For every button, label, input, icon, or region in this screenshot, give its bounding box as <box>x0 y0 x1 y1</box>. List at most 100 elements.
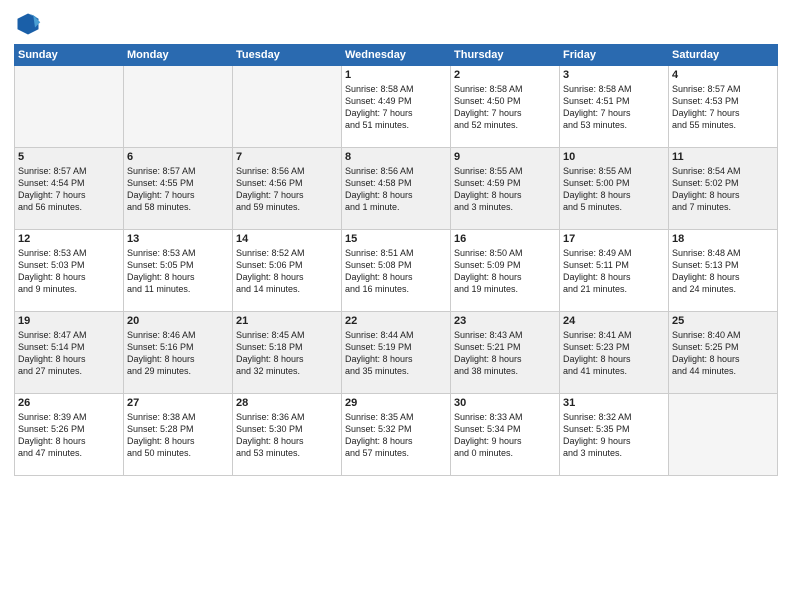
calendar-cell: 20 Sunrise: 8:46 AM Sunset: 5:16 PM Dayli… <box>124 312 233 394</box>
calendar-cell: 8 Sunrise: 8:56 AM Sunset: 4:58 PM Daylig… <box>342 148 451 230</box>
weekday-header: Thursday <box>451 45 560 66</box>
calendar-cell: 26 Sunrise: 8:39 AM Sunset: 5:26 PM Dayli… <box>15 394 124 476</box>
day-number: 30 <box>454 397 556 409</box>
day-number: 9 <box>454 151 556 163</box>
day-info: Sunrise: 8:43 AM Sunset: 5:21 PM Dayligh… <box>454 329 556 378</box>
calendar-row: 5Sunrise: 8:57 AM Sunset: 4:54 PM Daylig… <box>15 148 778 230</box>
calendar-row: 12Sunrise: 8:53 AM Sunset: 5:03 PM Dayli… <box>15 230 778 312</box>
day-info: Sunrise: 8:49 AM Sunset: 5:11 PM Dayligh… <box>563 247 665 296</box>
day-number: 29 <box>345 397 447 409</box>
day-number: 14 <box>236 233 338 245</box>
calendar-cell: 25 Sunrise: 8:40 AM Sunset: 5:25 PM Dayli… <box>669 312 778 394</box>
day-info: Sunrise: 8:45 AM Sunset: 5:18 PM Dayligh… <box>236 329 338 378</box>
day-number: 19 <box>18 315 120 327</box>
day-number: 24 <box>563 315 665 327</box>
day-info: Sunrise: 8:47 AM Sunset: 5:14 PM Dayligh… <box>18 329 120 378</box>
day-info: Sunrise: 8:53 AM Sunset: 5:05 PM Dayligh… <box>127 247 229 296</box>
day-info: Sunrise: 8:46 AM Sunset: 5:16 PM Dayligh… <box>127 329 229 378</box>
calendar-cell: 16Sunrise: 8:50 AM Sunset: 5:09 PM Dayli… <box>451 230 560 312</box>
day-number: 4 <box>672 69 774 81</box>
day-number: 10 <box>563 151 665 163</box>
day-number: 20 <box>127 315 229 327</box>
day-info: Sunrise: 8:51 AM Sunset: 5:08 PM Dayligh… <box>345 247 447 296</box>
calendar-cell: 7 Sunrise: 8:56 AM Sunset: 4:56 PM Daylig… <box>233 148 342 230</box>
day-info: Sunrise: 8:35 AM Sunset: 5:32 PM Dayligh… <box>345 411 447 460</box>
calendar-row: 1Sunrise: 8:58 AM Sunset: 4:49 PM Daylig… <box>15 66 778 148</box>
calendar-cell: 6 Sunrise: 8:57 AM Sunset: 4:55 PM Daylig… <box>124 148 233 230</box>
day-number: 5 <box>18 151 120 163</box>
day-info: Sunrise: 8:56 AM Sunset: 4:56 PM Dayligh… <box>236 165 338 214</box>
calendar-cell: 5Sunrise: 8:57 AM Sunset: 4:54 PM Daylig… <box>15 148 124 230</box>
calendar-cell: 27Sunrise: 8:38 AM Sunset: 5:28 PM Dayli… <box>124 394 233 476</box>
day-number: 6 <box>127 151 229 163</box>
day-number: 8 <box>345 151 447 163</box>
day-number: 3 <box>563 69 665 81</box>
calendar-cell: 1Sunrise: 8:58 AM Sunset: 4:49 PM Daylig… <box>342 66 451 148</box>
weekday-header: Saturday <box>669 45 778 66</box>
day-number: 25 <box>672 315 774 327</box>
calendar-cell: 28Sunrise: 8:36 AM Sunset: 5:30 PM Dayli… <box>233 394 342 476</box>
day-info: Sunrise: 8:36 AM Sunset: 5:30 PM Dayligh… <box>236 411 338 460</box>
day-info: Sunrise: 8:52 AM Sunset: 5:06 PM Dayligh… <box>236 247 338 296</box>
calendar-row: 26 Sunrise: 8:39 AM Sunset: 5:26 PM Dayli… <box>15 394 778 476</box>
weekday-header: Wednesday <box>342 45 451 66</box>
day-number: 13 <box>127 233 229 245</box>
day-info: Sunrise: 8:58 AM Sunset: 4:51 PM Dayligh… <box>563 83 665 132</box>
calendar-cell: 30 Sunrise: 8:33 AM Sunset: 5:34 PM Dayli… <box>451 394 560 476</box>
calendar-cell: 21Sunrise: 8:45 AM Sunset: 5:18 PM Dayli… <box>233 312 342 394</box>
day-number: 27 <box>127 397 229 409</box>
calendar-cell: 3 Sunrise: 8:58 AM Sunset: 4:51 PM Daylig… <box>560 66 669 148</box>
day-number: 12 <box>18 233 120 245</box>
calendar-cell <box>669 394 778 476</box>
day-number: 26 <box>18 397 120 409</box>
day-info: Sunrise: 8:40 AM Sunset: 5:25 PM Dayligh… <box>672 329 774 378</box>
calendar-cell: 23 Sunrise: 8:43 AM Sunset: 5:21 PM Dayli… <box>451 312 560 394</box>
day-info: Sunrise: 8:41 AM Sunset: 5:23 PM Dayligh… <box>563 329 665 378</box>
day-info: Sunrise: 8:56 AM Sunset: 4:58 PM Dayligh… <box>345 165 447 214</box>
calendar-cell <box>15 66 124 148</box>
header <box>14 10 778 38</box>
day-number: 7 <box>236 151 338 163</box>
calendar-cell: 29 Sunrise: 8:35 AM Sunset: 5:32 PM Dayli… <box>342 394 451 476</box>
weekday-header: Friday <box>560 45 669 66</box>
day-number: 11 <box>672 151 774 163</box>
day-info: Sunrise: 8:39 AM Sunset: 5:26 PM Dayligh… <box>18 411 120 460</box>
logo-icon <box>14 10 42 38</box>
calendar-cell: 15 Sunrise: 8:51 AM Sunset: 5:08 PM Dayli… <box>342 230 451 312</box>
day-number: 31 <box>563 397 665 409</box>
calendar-cell: 9 Sunrise: 8:55 AM Sunset: 4:59 PM Daylig… <box>451 148 560 230</box>
calendar-cell: 24 Sunrise: 8:41 AM Sunset: 5:23 PM Dayli… <box>560 312 669 394</box>
weekday-header: Monday <box>124 45 233 66</box>
calendar-cell: 17 Sunrise: 8:49 AM Sunset: 5:11 PM Dayli… <box>560 230 669 312</box>
day-info: Sunrise: 8:57 AM Sunset: 4:53 PM Dayligh… <box>672 83 774 132</box>
weekday-header: Tuesday <box>233 45 342 66</box>
day-number: 2 <box>454 69 556 81</box>
calendar-cell: 12Sunrise: 8:53 AM Sunset: 5:03 PM Dayli… <box>15 230 124 312</box>
day-number: 23 <box>454 315 556 327</box>
calendar-cell: 11 Sunrise: 8:54 AM Sunset: 5:02 PM Dayli… <box>669 148 778 230</box>
day-info: Sunrise: 8:57 AM Sunset: 4:55 PM Dayligh… <box>127 165 229 214</box>
day-info: Sunrise: 8:55 AM Sunset: 5:00 PM Dayligh… <box>563 165 665 214</box>
calendar-cell: 18 Sunrise: 8:48 AM Sunset: 5:13 PM Dayli… <box>669 230 778 312</box>
day-number: 17 <box>563 233 665 245</box>
day-number: 18 <box>672 233 774 245</box>
day-number: 15 <box>345 233 447 245</box>
calendar-cell: 31Sunrise: 8:32 AM Sunset: 5:35 PM Dayli… <box>560 394 669 476</box>
day-number: 1 <box>345 69 447 81</box>
day-info: Sunrise: 8:44 AM Sunset: 5:19 PM Dayligh… <box>345 329 447 378</box>
header-row: SundayMondayTuesdayWednesdayThursdayFrid… <box>15 45 778 66</box>
day-info: Sunrise: 8:54 AM Sunset: 5:02 PM Dayligh… <box>672 165 774 214</box>
calendar-cell <box>233 66 342 148</box>
calendar-row: 19 Sunrise: 8:47 AM Sunset: 5:14 PM Dayli… <box>15 312 778 394</box>
calendar-cell: 22Sunrise: 8:44 AM Sunset: 5:19 PM Dayli… <box>342 312 451 394</box>
page: SundayMondayTuesdayWednesdayThursdayFrid… <box>0 0 792 612</box>
day-info: Sunrise: 8:50 AM Sunset: 5:09 PM Dayligh… <box>454 247 556 296</box>
day-info: Sunrise: 8:55 AM Sunset: 4:59 PM Dayligh… <box>454 165 556 214</box>
calendar-cell: 4 Sunrise: 8:57 AM Sunset: 4:53 PM Daylig… <box>669 66 778 148</box>
day-info: Sunrise: 8:33 AM Sunset: 5:34 PM Dayligh… <box>454 411 556 460</box>
day-info: Sunrise: 8:48 AM Sunset: 5:13 PM Dayligh… <box>672 247 774 296</box>
day-info: Sunrise: 8:58 AM Sunset: 4:50 PM Dayligh… <box>454 83 556 132</box>
calendar-cell <box>124 66 233 148</box>
calendar-cell: 13 Sunrise: 8:53 AM Sunset: 5:05 PM Dayli… <box>124 230 233 312</box>
weekday-header: Sunday <box>15 45 124 66</box>
